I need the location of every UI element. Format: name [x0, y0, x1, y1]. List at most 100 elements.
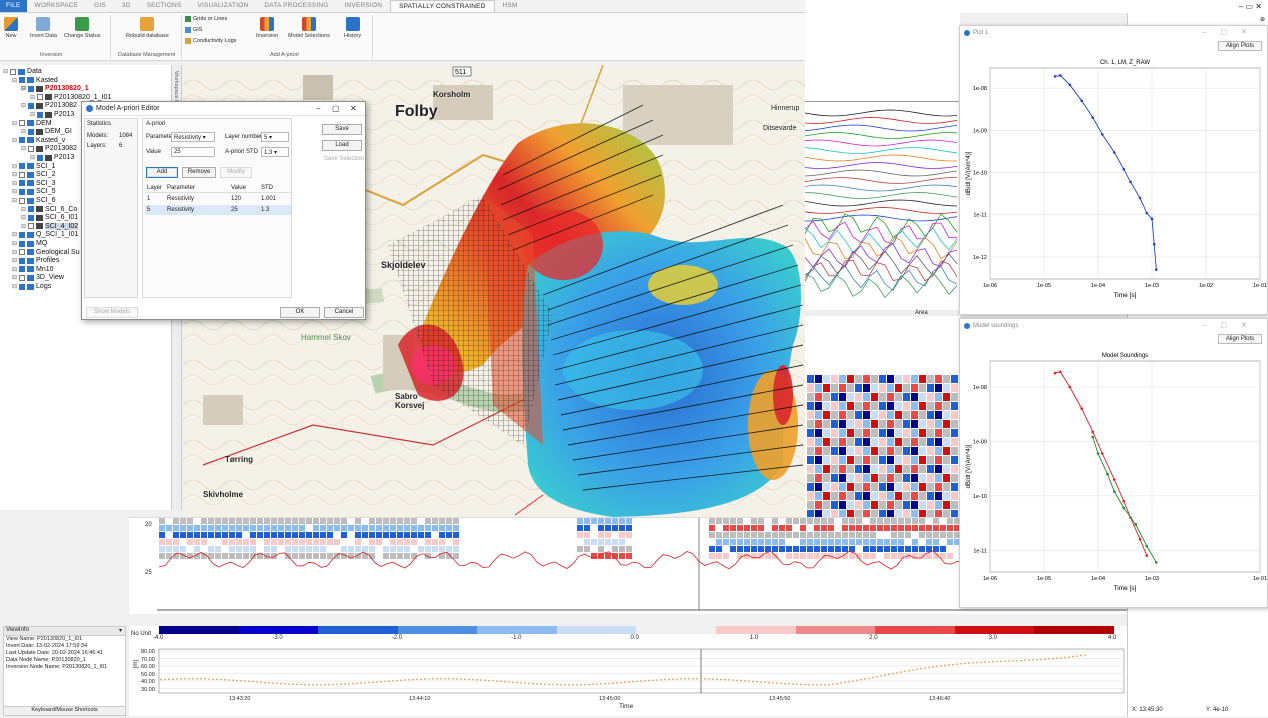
expand-icon[interactable]: ⊟: [21, 102, 26, 109]
expand-icon[interactable]: ⊟: [21, 128, 26, 135]
minimize-icon[interactable]: –: [316, 104, 320, 113]
expand-icon[interactable]: ⊟: [12, 137, 17, 144]
tree-node[interactable]: ⊟ Kasted_v: [12, 137, 65, 144]
tree-node[interactable]: ⊟ DEM: [12, 120, 52, 127]
expand-icon[interactable]: ⊟: [21, 206, 26, 213]
table-row[interactable]: 1 Resistivity 120 1.001: [145, 194, 291, 204]
tree-node[interactable]: ⊟ SCI_5: [12, 188, 56, 195]
window-controls[interactable]: – ▭ ✕: [1239, 2, 1262, 11]
change-status-button[interactable]: Change Status: [64, 17, 100, 39]
expand-icon[interactable]: ⊟: [21, 223, 26, 230]
new-button[interactable]: New: [4, 17, 18, 39]
tab-file[interactable]: FILE: [0, 0, 27, 12]
show-models-button[interactable]: Show Models: [86, 307, 138, 318]
tree-node[interactable]: ⊟ DEM_GI: [21, 128, 72, 135]
checkbox[interactable]: [19, 249, 25, 255]
tree-node[interactable]: ⊟ SCI_6_I01: [21, 214, 78, 221]
rebuild-database-button[interactable]: Rebuild database: [126, 17, 169, 39]
expand-icon[interactable]: ⊟: [12, 257, 17, 264]
tree-node[interactable]: ⊟ SCI_2: [12, 171, 56, 178]
checkbox[interactable]: [28, 223, 34, 229]
checkbox[interactable]: [19, 189, 25, 195]
maximize-icon[interactable]: ▢: [332, 104, 340, 113]
expand-icon[interactable]: ⊟: [12, 171, 17, 178]
checkbox[interactable]: [19, 275, 25, 281]
checkbox[interactable]: [19, 258, 25, 264]
tree-node[interactable]: ⊟ Logs: [12, 283, 51, 290]
area-button[interactable]: Area: [915, 310, 928, 316]
tree-node[interactable]: ⊟ Mn10: [12, 266, 54, 273]
time-plot[interactable]: [m] 80.00 70.00 60.00 50.00 40.00 30.00 13:43…: [129, 646, 1127, 716]
tab-workspace[interactable]: WORKSPACE: [27, 0, 87, 12]
modify-button[interactable]: Modify: [220, 167, 252, 178]
expand-icon[interactable]: ⊟: [12, 249, 17, 256]
expand-icon[interactable]: ⊟: [12, 240, 17, 247]
std-select[interactable]: 1.3 ▾: [261, 147, 289, 157]
invert-data-button[interactable]: Invert Data: [30, 17, 57, 39]
remove-button[interactable]: Remove: [182, 167, 216, 178]
checkbox[interactable]: [19, 77, 25, 83]
close-icon[interactable]: ✕: [350, 104, 357, 113]
window-controls[interactable]: –▢✕: [1203, 28, 1261, 36]
checkbox[interactable]: [19, 163, 25, 169]
grids-or-lines-button[interactable]: Grids or Lines: [185, 16, 227, 22]
tab-spatially-constrained[interactable]: SPATIALLY CONSTRAINED: [390, 0, 494, 12]
gis-button[interactable]: GIS: [185, 27, 202, 33]
tab-3d[interactable]: 3D: [114, 0, 139, 12]
expand-icon[interactable]: ⊟: [12, 283, 17, 290]
tree-node[interactable]: ⊟ P20130820_1_I01: [30, 94, 111, 101]
expand-icon[interactable]: ⊟: [12, 266, 17, 273]
add-button[interactable]: Add: [146, 167, 178, 178]
checkbox[interactable]: [19, 241, 25, 247]
checkbox[interactable]: [28, 103, 34, 109]
checkbox[interactable]: [28, 146, 34, 152]
tab-data-processing[interactable]: DATA PROCESSING: [256, 0, 336, 12]
expand-icon[interactable]: ⊟: [3, 68, 8, 75]
value-input[interactable]: 25: [171, 147, 215, 157]
checkbox[interactable]: [37, 94, 43, 100]
tree-node[interactable]: ⊟ P20130820_1: [21, 85, 89, 92]
tab-hsm[interactable]: HSM: [495, 0, 526, 12]
tree-node[interactable]: ⊟ 3D_View: [12, 274, 64, 281]
checkbox[interactable]: [19, 266, 25, 272]
expand-icon[interactable]: ⊟: [12, 77, 17, 84]
tree-node[interactable]: ⊟ P2013: [30, 111, 74, 118]
align-plots-button[interactable]: Align Plots: [1218, 334, 1262, 344]
checkbox[interactable]: [19, 284, 25, 290]
model-selections-button[interactable]: Model Selections: [288, 17, 330, 39]
align-plots-button[interactable]: Align Plots: [1218, 41, 1262, 51]
checkbox[interactable]: [19, 232, 25, 238]
parameter-select[interactable]: Resistivity ▾: [171, 132, 215, 142]
expand-icon[interactable]: ⊟: [21, 145, 26, 152]
checkbox[interactable]: [19, 198, 25, 204]
tree-node[interactable]: ⊟ Profiles: [12, 257, 59, 264]
tab-inversion[interactable]: INVERSION: [337, 0, 391, 12]
plot1-window[interactable]: Plot 1 –▢✕ Align Plots Ch. 1, LM, Z_RAW 1e…: [959, 25, 1268, 315]
checkbox[interactable]: [28, 206, 34, 212]
checkbox[interactable]: [19, 172, 25, 178]
save-button[interactable]: Save: [322, 124, 362, 135]
tree-node[interactable]: ⊟ P2013082: [21, 102, 77, 109]
checkbox[interactable]: [10, 69, 16, 75]
checkbox[interactable]: [19, 137, 25, 143]
tree-node[interactable]: ⊟ P2013: [30, 154, 74, 161]
model-soundings-window[interactable]: Model soundings –▢✕ Align Plots Model Sou…: [959, 318, 1268, 608]
ok-button[interactable]: OK: [280, 307, 320, 318]
tree-node[interactable]: ⊟ Kasted: [12, 77, 58, 84]
tree-node[interactable]: ⊟ SCI_4_I02: [21, 223, 78, 230]
expand-icon[interactable]: ⊟: [12, 188, 17, 195]
expand-icon[interactable]: ⊟: [30, 94, 35, 101]
checkbox[interactable]: [37, 112, 43, 118]
expand-icon[interactable]: ⊟: [30, 154, 35, 161]
history-button[interactable]: History: [344, 17, 361, 39]
expand-icon[interactable]: ⊟: [21, 214, 26, 221]
checkbox[interactable]: [19, 120, 25, 126]
tab-sections[interactable]: SECTIONS: [139, 0, 190, 12]
inversion-button[interactable]: Inversion: [256, 17, 278, 39]
keyboard-shortcuts-button[interactable]: Keyboard/Mouse Shortcuts: [3, 706, 126, 716]
expand-icon[interactable]: ⊟: [12, 180, 17, 187]
tree-node[interactable]: ⊟ SCI_3: [12, 180, 56, 187]
tree-node[interactable]: ⊟ SCI_1: [12, 163, 56, 170]
checkbox[interactable]: [19, 180, 25, 186]
save-selection-button[interactable]: Save Selection: [324, 156, 364, 162]
